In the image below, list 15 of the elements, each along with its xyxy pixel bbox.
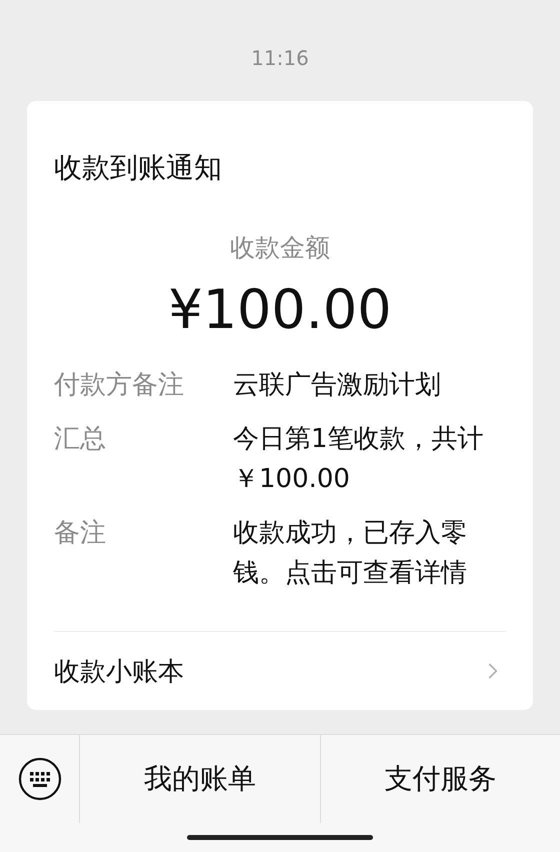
keyboard-icon[interactable] — [18, 757, 62, 801]
status-time: 11:16 — [250, 45, 310, 72]
row-label: 备注 — [54, 517, 107, 550]
amount: ¥100.00 — [167, 278, 393, 341]
menu-button[interactable]: 我的账单 — [80, 735, 320, 823]
notification-card[interactable]: 收款到账通知 收款金额 ¥100.00 付款方备注 云联广告激励计划 汇总 今日第1笔收款，共计￥100.00 备注 收款成功，已存入零钱。点击可查看详情 收款小账本 — [27, 101, 533, 710]
amount-label: 收款金额 — [229, 232, 331, 264]
row-label: 汇总 — [54, 423, 107, 456]
menu-button[interactable]: 支付服务 — [320, 735, 560, 823]
row-value: 收款成功，已存入零钱。点击可查看详情 — [233, 517, 468, 590]
row-value: 云联广告激励计划 — [233, 369, 442, 402]
row-label: 付款方备注 — [54, 369, 185, 402]
card-title: 收款到账通知 — [54, 150, 223, 186]
row-value: 今日第1笔收款，共计￥100.00 — [233, 423, 485, 496]
ledger-link[interactable]: 收款小账本 — [54, 632, 506, 710]
